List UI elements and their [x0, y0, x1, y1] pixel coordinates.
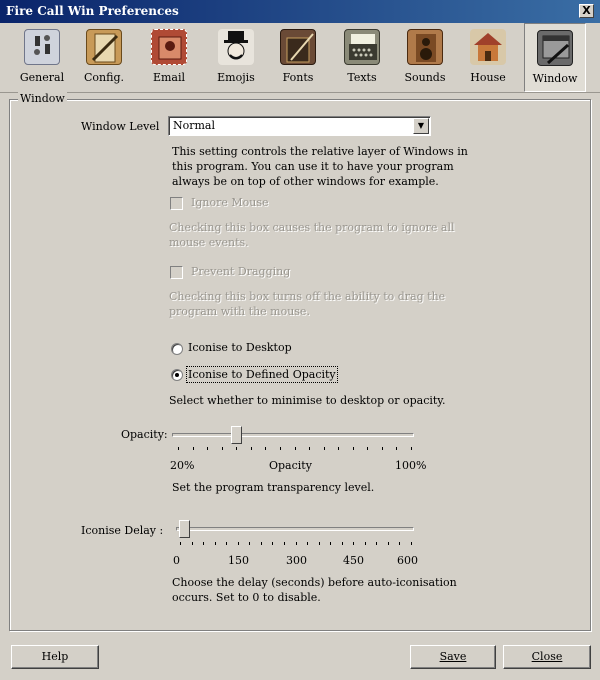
window-title: Fire Call Win Preferences: [6, 4, 179, 18]
iconise-delay-tick-450: 450: [343, 554, 364, 567]
toolbar-item-house[interactable]: House: [457, 23, 519, 92]
opacity-label: Opacity:: [121, 428, 168, 441]
slider-tick: [341, 542, 343, 545]
slider-tick: [376, 542, 378, 545]
slider-tick: [364, 542, 366, 545]
slider-tick: [396, 447, 398, 450]
slider-tick: [272, 542, 274, 545]
slider-tick: [279, 447, 281, 450]
toolbar-item-emojis[interactable]: Emojis: [205, 23, 267, 92]
close-button[interactable]: Close: [503, 645, 591, 669]
dropdown-arrow-icon[interactable]: ▼: [413, 118, 429, 134]
close-window-button[interactable]: X: [579, 4, 594, 18]
window-gear-icon: [537, 30, 573, 66]
slider-tick: [411, 542, 412, 545]
slider-tick: [352, 447, 354, 450]
prevent-dragging-checkbox[interactable]: [170, 266, 183, 279]
opacity-max-label: 100%: [395, 459, 427, 472]
slider-tick: [237, 542, 239, 545]
slider-tick: [260, 542, 262, 545]
slider-tick: [283, 542, 285, 545]
iconise-desktop-label[interactable]: Iconise to Desktop: [188, 341, 292, 354]
slider-tick: [381, 447, 383, 450]
window-level-description: This setting controls the relative layer…: [172, 145, 468, 188]
window-level-value: Normal: [173, 119, 216, 132]
slider-tick: [226, 542, 228, 545]
opacity-slider-track[interactable]: [172, 433, 414, 437]
slider-tick: [265, 447, 267, 450]
iconise-delay-slider-thumb[interactable]: [178, 520, 190, 538]
toolbar-item-email[interactable]: Email: [138, 23, 200, 92]
slider-tick: [249, 542, 251, 545]
iconise-delay-label: Iconise Delay :: [81, 524, 164, 537]
slider-tick: [338, 447, 340, 450]
clipboard-pencil-icon: [86, 29, 122, 65]
switch-panel-icon: [24, 29, 60, 65]
iconise-delay-description: Choose the delay (seconds) before auto-i…: [172, 576, 457, 604]
opacity-description: Set the program transparency level.: [172, 481, 375, 494]
slider-tick: [411, 447, 412, 450]
slider-tick: [192, 447, 194, 450]
title-bar: Fire Call Win Preferences X: [0, 0, 600, 23]
slider-tick: [180, 542, 181, 545]
slider-tick: [250, 447, 252, 450]
house-icon: [470, 29, 506, 65]
slider-tick: [294, 447, 296, 450]
toolbar-item-window[interactable]: Window: [524, 23, 586, 92]
slider-tick: [207, 447, 209, 450]
slider-tick: [214, 542, 216, 545]
slider-tick: [203, 542, 205, 545]
slider-tick: [399, 542, 401, 545]
opacity-slider-thumb[interactable]: [231, 426, 243, 444]
monopoly-man-icon: [218, 29, 254, 65]
iconise-delay-tick-0: 0: [173, 554, 180, 567]
group-legend: Window: [18, 92, 67, 105]
ignore-mouse-checkbox[interactable]: [170, 197, 183, 210]
slider-tick: [295, 542, 297, 545]
iconise-delay-tick-600: 600: [397, 554, 418, 567]
ignore-mouse-description: Checking this box causes the program to …: [169, 221, 455, 249]
opacity-mid-label: Opacity: [269, 459, 312, 472]
slider-tick: [178, 447, 179, 450]
window-level-label: Window Level: [81, 120, 160, 133]
save-button[interactable]: Save: [410, 645, 496, 669]
slider-tick: [353, 542, 355, 545]
slider-tick: [191, 542, 193, 545]
slider-tick: [330, 542, 332, 545]
iconise-desktop-radio[interactable]: [171, 343, 183, 355]
close-icon: X: [582, 4, 591, 17]
slider-tick: [309, 447, 311, 450]
slider-tick: [236, 447, 238, 450]
prevent-dragging-description: Checking this box turns off the ability …: [169, 290, 446, 318]
opacity-min-label: 20%: [170, 459, 195, 472]
help-button[interactable]: Help: [11, 645, 99, 669]
iconise-delay-tick-150: 150: [228, 554, 249, 567]
speaker-cabinet-icon: [407, 29, 443, 65]
iconise-opacity-radio[interactable]: [171, 369, 183, 381]
iconise-delay-slider-track[interactable]: [176, 527, 414, 531]
toolbar-item-texts[interactable]: Texts: [331, 23, 393, 92]
toolbar-item-config[interactable]: Config.: [73, 23, 135, 92]
radio-selected-dot: [175, 373, 179, 377]
slider-tick: [367, 447, 369, 450]
preferences-toolbar: General Config. Email Emojis Fonts Texts: [0, 23, 600, 93]
stamp-icon: [151, 29, 187, 65]
ignore-mouse-label: Ignore Mouse: [191, 196, 269, 209]
iconise-delay-tick-300: 300: [286, 554, 307, 567]
slider-tick: [221, 447, 223, 450]
window-level-select[interactable]: Normal ▼: [168, 116, 431, 136]
prevent-dragging-label: Prevent Dragging: [191, 265, 291, 278]
toolbar-item-fonts[interactable]: Fonts: [267, 23, 329, 92]
iconise-description: Select whether to minimise to desktop or…: [169, 394, 446, 407]
slider-tick: [318, 542, 320, 545]
toolbar-item-sounds[interactable]: Sounds: [394, 23, 456, 92]
slider-tick: [323, 447, 325, 450]
slider-tick: [387, 542, 389, 545]
toolbar-item-general[interactable]: General: [11, 23, 73, 92]
iconise-opacity-label[interactable]: Iconise to Defined Opacity: [186, 366, 338, 383]
book-quill-icon: [280, 29, 316, 65]
typewriter-icon: [344, 29, 380, 65]
slider-tick: [307, 542, 309, 545]
